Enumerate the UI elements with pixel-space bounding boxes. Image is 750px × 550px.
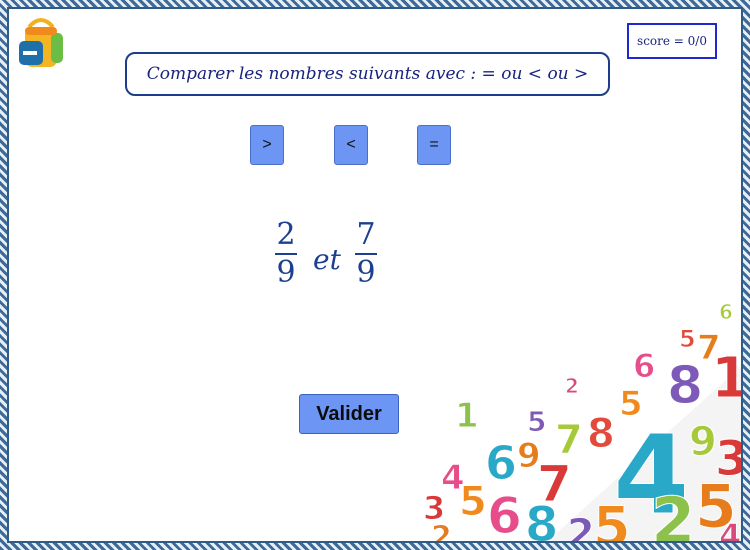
equals-label: = [429, 136, 439, 153]
score-label: score = 0/0 [637, 34, 707, 48]
svg-text:8: 8 [587, 411, 615, 457]
second-denominator: 9 [356, 255, 376, 290]
svg-text:1: 1 [711, 346, 743, 411]
first-numerator: 2 [276, 217, 296, 252]
validate-label: Valider [316, 402, 382, 425]
svg-text:5: 5 [459, 479, 487, 525]
fraction-comparison: 2 9 et 7 9 [271, 215, 391, 305]
second-fraction: 7 9 [353, 219, 379, 289]
svg-text:1: 1 [455, 396, 479, 436]
svg-text:2: 2 [565, 374, 579, 398]
svg-text:2: 2 [567, 511, 595, 543]
svg-text:3: 3 [715, 431, 743, 487]
svg-text:6: 6 [485, 436, 517, 490]
greater-than-label: > [262, 136, 272, 153]
less-than-button[interactable]: < [334, 125, 368, 165]
backpack-icon [19, 18, 63, 67]
second-numerator: 7 [356, 217, 376, 252]
svg-text:9: 9 [689, 419, 717, 465]
connector-text: et [313, 243, 341, 276]
score-display: score = 0/0 [627, 23, 717, 59]
numbers-illustration: 6 7 5 1 6 8 2 5 1 5 7 8 4 6 9 7 4 5 3 6 … [423, 300, 743, 543]
instruction-box: Comparer les nombres suivants avec : = o… [125, 52, 610, 96]
greater-than-button[interactable]: > [250, 125, 284, 165]
equals-button[interactable]: = [417, 125, 451, 165]
first-fraction: 2 9 [273, 219, 299, 289]
svg-text:6: 6 [633, 347, 655, 385]
svg-text:8: 8 [525, 497, 558, 543]
svg-text:4: 4 [719, 517, 741, 543]
instruction-text: Comparer les nombres suivants avec : = o… [146, 64, 589, 84]
svg-text:5: 5 [527, 405, 546, 438]
svg-text:8: 8 [667, 356, 703, 416]
svg-text:6: 6 [487, 487, 522, 543]
first-denominator: 9 [276, 255, 296, 290]
svg-text:5: 5 [679, 325, 696, 353]
svg-text:2: 2 [651, 485, 696, 543]
less-than-label: < [346, 136, 356, 153]
svg-text:5: 5 [593, 495, 631, 543]
validate-button[interactable]: Valider [299, 394, 399, 434]
activity-panel: score = 0/0 Comparer les nombres suivant… [7, 7, 743, 543]
svg-text:6: 6 [719, 300, 733, 324]
svg-text:2: 2 [431, 520, 452, 543]
